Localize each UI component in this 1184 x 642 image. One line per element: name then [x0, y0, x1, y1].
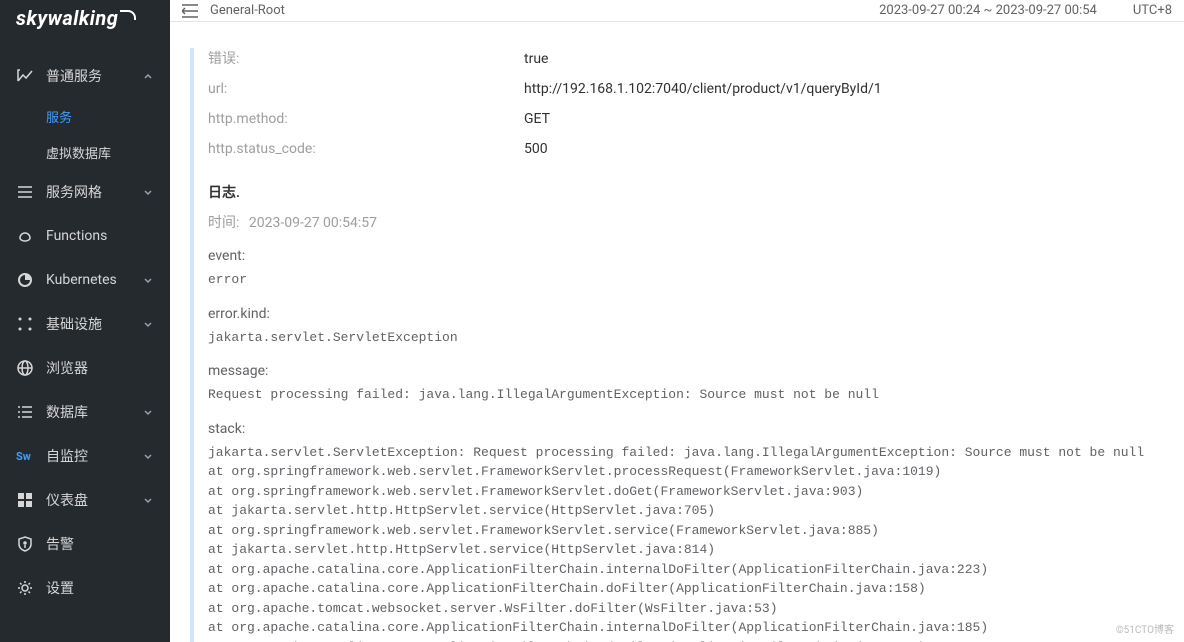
detail-row-2: http.method:GET — [208, 108, 1168, 130]
error-kind-label: error.kind: — [208, 306, 1168, 322]
nav-label: 基础设施 — [46, 314, 102, 334]
detail-row-3: http.status_code:500 — [208, 138, 1168, 160]
logs-time: 时间: 2023-09-27 00:54:57 — [208, 212, 1168, 232]
sidebar-item-8[interactable]: 仪表盘 — [0, 478, 170, 522]
nav-label: 设置 — [46, 578, 74, 598]
detail-value: true — [524, 48, 548, 70]
sidebar-item-0[interactable]: 普通服务 — [0, 54, 170, 98]
content: 错误:trueurl:http://192.168.1.102:7040/cli… — [170, 22, 1184, 642]
nav-label: 仪表盘 — [46, 490, 88, 510]
chevron-down-icon — [142, 318, 154, 330]
sidebar-item-5[interactable]: 浏览器 — [0, 346, 170, 390]
nav-icon — [16, 491, 34, 509]
nav-label: 告警 — [46, 534, 74, 554]
detail-value: GET — [524, 108, 550, 130]
menu-indent-icon — [182, 4, 198, 18]
chevron-down-icon — [142, 494, 154, 506]
chevron-down-icon — [142, 274, 154, 286]
chevron-down-icon — [142, 186, 154, 198]
sidebar-item-2[interactable]: Functions — [0, 214, 170, 258]
chevron-up-icon — [142, 70, 154, 82]
detail-value: 500 — [524, 138, 548, 160]
sidebar-toggle-button[interactable] — [182, 4, 198, 18]
detail-row-0: 错误:true — [208, 48, 1168, 70]
header: General-Root 2023-09-27 00:24 ~ 2023-09-… — [170, 0, 1184, 22]
sidebar-item-4[interactable]: 基础设施 — [0, 302, 170, 346]
watermark: ©51CTO博客 — [1116, 621, 1174, 636]
sidebar-item-1[interactable]: 服务网格 — [0, 170, 170, 214]
detail-card: 错误:trueurl:http://192.168.1.102:7040/cli… — [190, 48, 1168, 642]
sidebar-item-7[interactable]: Sw 自监控 — [0, 434, 170, 478]
sidebar-item-9[interactable]: 告警 — [0, 522, 170, 566]
nav-label: Kubernetes — [46, 272, 117, 288]
logo-tail-icon — [120, 10, 136, 20]
nav-label: 浏览器 — [46, 358, 88, 378]
logo: skywalking — [0, 0, 170, 44]
sidebar-item-6[interactable]: 数据库 — [0, 390, 170, 434]
main: General-Root 2023-09-27 00:24 ~ 2023-09-… — [170, 0, 1184, 642]
nav-icon — [16, 183, 34, 201]
sidebar: skywalking 普通服务服务虚拟数据库服务网格 Functions Kuber… — [0, 0, 170, 642]
message-label: message: — [208, 363, 1168, 379]
detail-key: url: — [208, 78, 524, 100]
chevron-down-icon — [142, 406, 154, 418]
nav-icon — [16, 403, 34, 421]
nav-label: 普通服务 — [46, 66, 102, 86]
logs-title: 日志. — [208, 182, 1168, 202]
detail-key: http.method: — [208, 108, 524, 130]
detail-value: http://192.168.1.102:7040/client/product… — [524, 78, 882, 100]
nav-icon — [16, 227, 34, 245]
sidebar-subitem-0-0[interactable]: 服务 — [0, 98, 170, 134]
time-range[interactable]: 2023-09-27 00:24 ~ 2023-09-27 00:54 — [879, 3, 1097, 18]
svg-text:Sw: Sw — [16, 450, 31, 463]
event-value: error — [208, 270, 1168, 290]
error-kind-value: jakarta.servlet.ServletException — [208, 328, 1168, 348]
nav-label: Functions — [46, 228, 107, 244]
nav-label: 数据库 — [46, 402, 88, 422]
event-label: event: — [208, 248, 1168, 264]
chevron-down-icon — [142, 450, 154, 462]
nav-icon — [16, 579, 34, 597]
nav-label: 服务网格 — [46, 182, 102, 202]
detail-key: 错误: — [208, 48, 524, 70]
sidebar-subitem-0-1[interactable]: 虚拟数据库 — [0, 134, 170, 170]
nav-icon — [16, 67, 34, 85]
logo-text: skywalking — [16, 6, 118, 30]
timezone[interactable]: UTC+8 — [1133, 3, 1172, 18]
stack-label: stack: — [208, 421, 1168, 437]
sidebar-item-3[interactable]: Kubernetes — [0, 258, 170, 302]
detail-row-1: url:http://192.168.1.102:7040/client/pro… — [208, 78, 1168, 100]
breadcrumb: General-Root — [210, 3, 879, 18]
stack-value: jakarta.servlet.ServletException: Reques… — [208, 443, 1168, 642]
nav-icon — [16, 271, 34, 289]
nav-icon — [16, 535, 34, 553]
sidebar-item-10[interactable]: 设置 — [0, 566, 170, 610]
nav-icon: Sw — [16, 447, 34, 465]
nav-label: 自监控 — [46, 446, 88, 466]
nav-icon — [16, 359, 34, 377]
nav: 普通服务服务虚拟数据库服务网格 Functions Kubernetes 基础设施浏览… — [0, 44, 170, 610]
detail-key: http.status_code: — [208, 138, 524, 160]
nav-icon — [16, 315, 34, 333]
message-value: Request processing failed: java.lang.Ill… — [208, 385, 1168, 405]
